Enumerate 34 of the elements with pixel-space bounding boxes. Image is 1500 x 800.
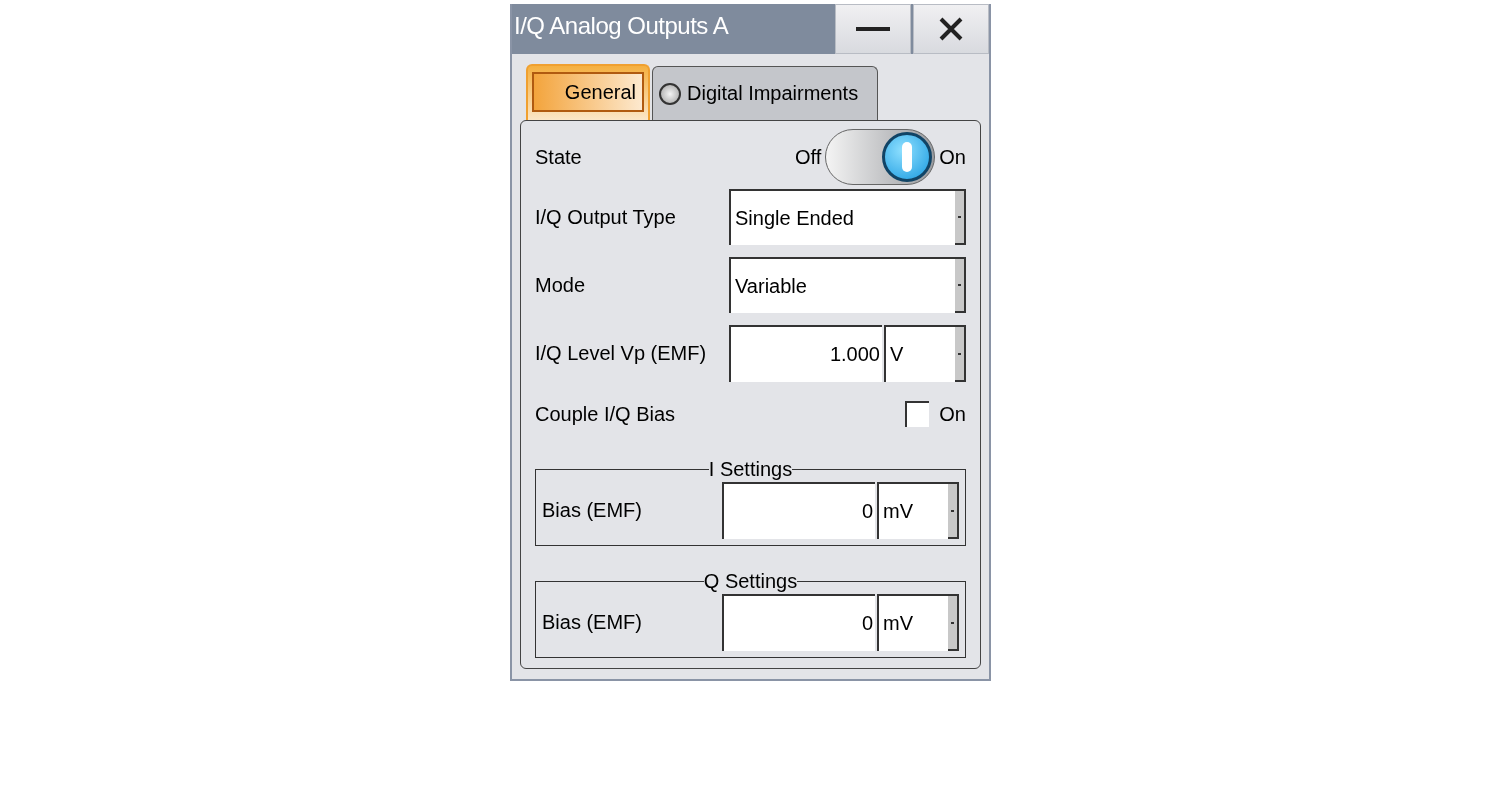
dropdown-field[interactable]: Single Ended <box>729 189 966 245</box>
on-label: On <box>939 145 966 169</box>
field-label: I/Q Level Vp (EMF) <box>535 342 708 365</box>
minimize-button[interactable] <box>835 4 911 54</box>
field-label: I/Q Output Type <box>535 205 677 229</box>
dropdown-field[interactable]: Variable <box>729 257 966 313</box>
dropdown-caret[interactable] <box>955 259 966 313</box>
field-label: Couple I/Q Bias <box>535 402 677 426</box>
field-label: Bias (EMF) <box>542 499 643 522</box>
value-field[interactable]: 0 <box>722 594 875 651</box>
value-field[interactable]: 1.000 <box>729 325 882 382</box>
checkbox-label: On <box>939 402 966 426</box>
minimize-icon <box>856 26 890 32</box>
group-title: I Settings <box>708 460 793 478</box>
tab[interactable]: Digital Impairments <box>652 66 878 120</box>
window-title: I/Q Analog Outputs A <box>513 11 730 41</box>
unit-dropdown[interactable]: mV <box>877 594 959 651</box>
dropdown-caret[interactable] <box>955 327 966 382</box>
field-label: Bias (EMF) <box>542 611 643 634</box>
dropdown-caret[interactable] <box>948 596 959 651</box>
dropdown-caret[interactable] <box>948 484 959 539</box>
state-toggle[interactable] <box>825 129 936 185</box>
dropdown-caret[interactable] <box>955 191 966 245</box>
unit-dropdown[interactable]: mV <box>877 482 959 539</box>
field-label: State <box>535 145 583 169</box>
group-title: Q Settings <box>703 572 798 590</box>
tab[interactable]: General <box>526 64 650 120</box>
checkbox[interactable] <box>905 401 930 427</box>
value-field[interactable]: 0 <box>722 482 875 539</box>
unit-dropdown[interactable]: V <box>884 325 966 382</box>
close-icon <box>939 17 963 41</box>
off-label: Off <box>795 145 822 169</box>
field-label: Mode <box>535 273 587 297</box>
close-button[interactable] <box>913 4 989 54</box>
